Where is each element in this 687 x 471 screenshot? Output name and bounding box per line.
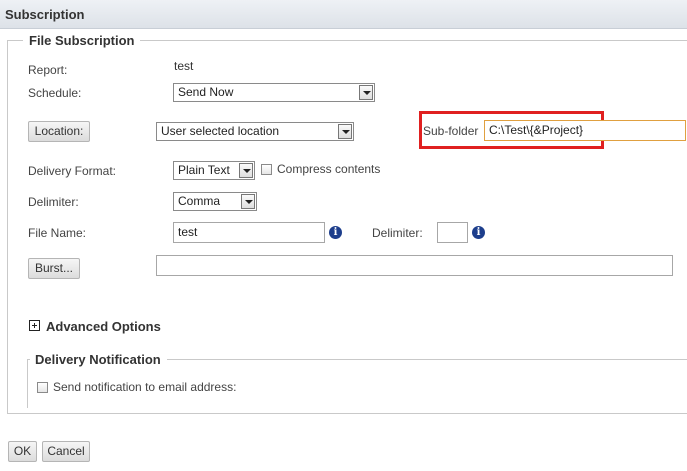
file-subscription-legend: File Subscription bbox=[23, 33, 141, 48]
schedule-select[interactable]: Send Now bbox=[173, 83, 375, 102]
chevron-down-icon[interactable] bbox=[359, 85, 373, 100]
subfolder-input[interactable]: C:\Test\{&Project} bbox=[484, 120, 686, 141]
report-label: Report: bbox=[28, 63, 68, 77]
subfolder-label: Sub-folder bbox=[423, 124, 479, 138]
chevron-down-icon[interactable] bbox=[241, 194, 255, 209]
report-value: test bbox=[174, 59, 194, 73]
delivery-notification-legend: Delivery Notification bbox=[30, 352, 167, 367]
file-delimiter-input[interactable] bbox=[437, 222, 468, 243]
location-select[interactable]: User selected location bbox=[156, 122, 354, 141]
send-email-label: Send notification to email address: bbox=[53, 380, 237, 394]
compress-label: Compress contents bbox=[277, 162, 381, 176]
compress-checkbox[interactable] bbox=[261, 164, 272, 175]
expand-plus-icon[interactable] bbox=[29, 320, 40, 331]
file-name-input[interactable]: test bbox=[173, 222, 325, 243]
location-button[interactable]: Location: bbox=[28, 121, 90, 142]
delimiter-label: Delimiter: bbox=[28, 195, 79, 209]
ok-button[interactable]: OK bbox=[8, 441, 37, 462]
delimiter-select-value: Comma bbox=[178, 194, 221, 208]
location-select-value: User selected location bbox=[161, 124, 280, 138]
file-name-label: File Name: bbox=[28, 226, 87, 240]
burst-button[interactable]: Burst... bbox=[28, 258, 80, 279]
window-title-bar: Subscription bbox=[0, 0, 687, 29]
chevron-down-icon[interactable] bbox=[239, 163, 253, 178]
delivery-format-label: Delivery Format: bbox=[28, 164, 117, 178]
file-delimiter-label: Delimiter: bbox=[372, 226, 423, 240]
chevron-down-icon[interactable] bbox=[338, 124, 352, 139]
schedule-select-value: Send Now bbox=[178, 85, 234, 99]
burst-input[interactable] bbox=[156, 255, 673, 276]
delimiter-select[interactable]: Comma bbox=[173, 192, 257, 211]
info-icon[interactable]: i bbox=[329, 226, 342, 239]
advanced-options-toggle[interactable]: Advanced Options bbox=[46, 319, 161, 334]
delivery-format-select-value: Plain Text bbox=[178, 163, 230, 177]
info-icon[interactable]: i bbox=[472, 226, 485, 239]
cancel-button[interactable]: Cancel bbox=[42, 441, 90, 462]
schedule-label: Schedule: bbox=[28, 86, 82, 100]
window-title: Subscription bbox=[5, 7, 85, 22]
delivery-format-select[interactable]: Plain Text bbox=[173, 161, 255, 180]
send-email-checkbox[interactable] bbox=[37, 382, 48, 393]
